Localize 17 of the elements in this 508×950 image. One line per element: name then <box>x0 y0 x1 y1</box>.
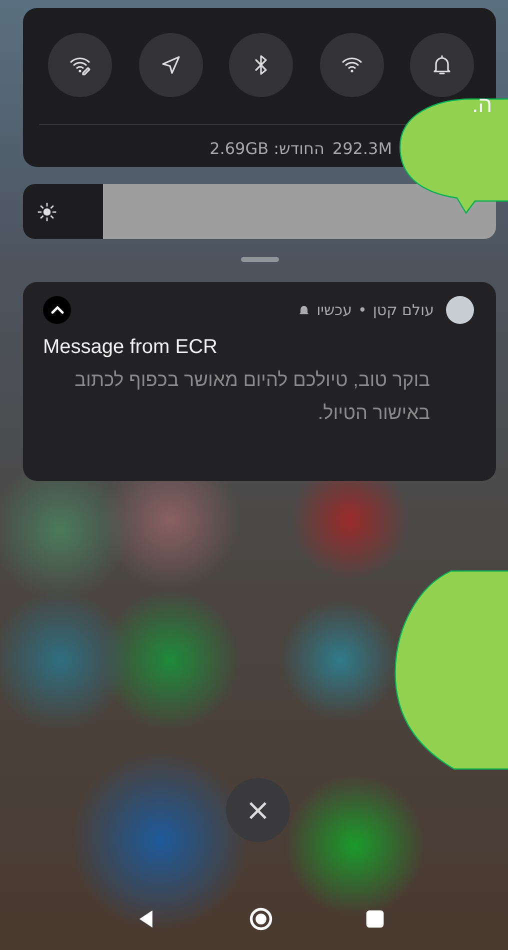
separator-dot: • <box>358 301 367 319</box>
notification-time: עכשיו <box>316 301 352 319</box>
brightness-slider[interactable] <box>23 184 496 239</box>
bell-icon <box>296 303 311 317</box>
home-icon <box>248 906 274 932</box>
data-usage-text: החודש: 2.69GB <box>210 139 324 158</box>
data-usage-text: 292.3M <box>332 139 392 158</box>
notification-body: בוקר טוב, טיולכם להיום מאושר בכפוף לכתוב באישור הטיול. <box>74 369 430 426</box>
app-logo-icon <box>446 296 474 324</box>
notification-title: Message from ECR <box>43 336 218 359</box>
app-name: עולם קטן <box>372 301 434 319</box>
callout-text: ה. <box>472 92 492 118</box>
chevron-up-icon <box>50 306 64 314</box>
collapse-button[interactable] <box>43 296 71 324</box>
drag-handle[interactable] <box>240 257 278 262</box>
sun-icon <box>36 200 58 222</box>
clear-all-button[interactable]: × <box>226 778 290 842</box>
